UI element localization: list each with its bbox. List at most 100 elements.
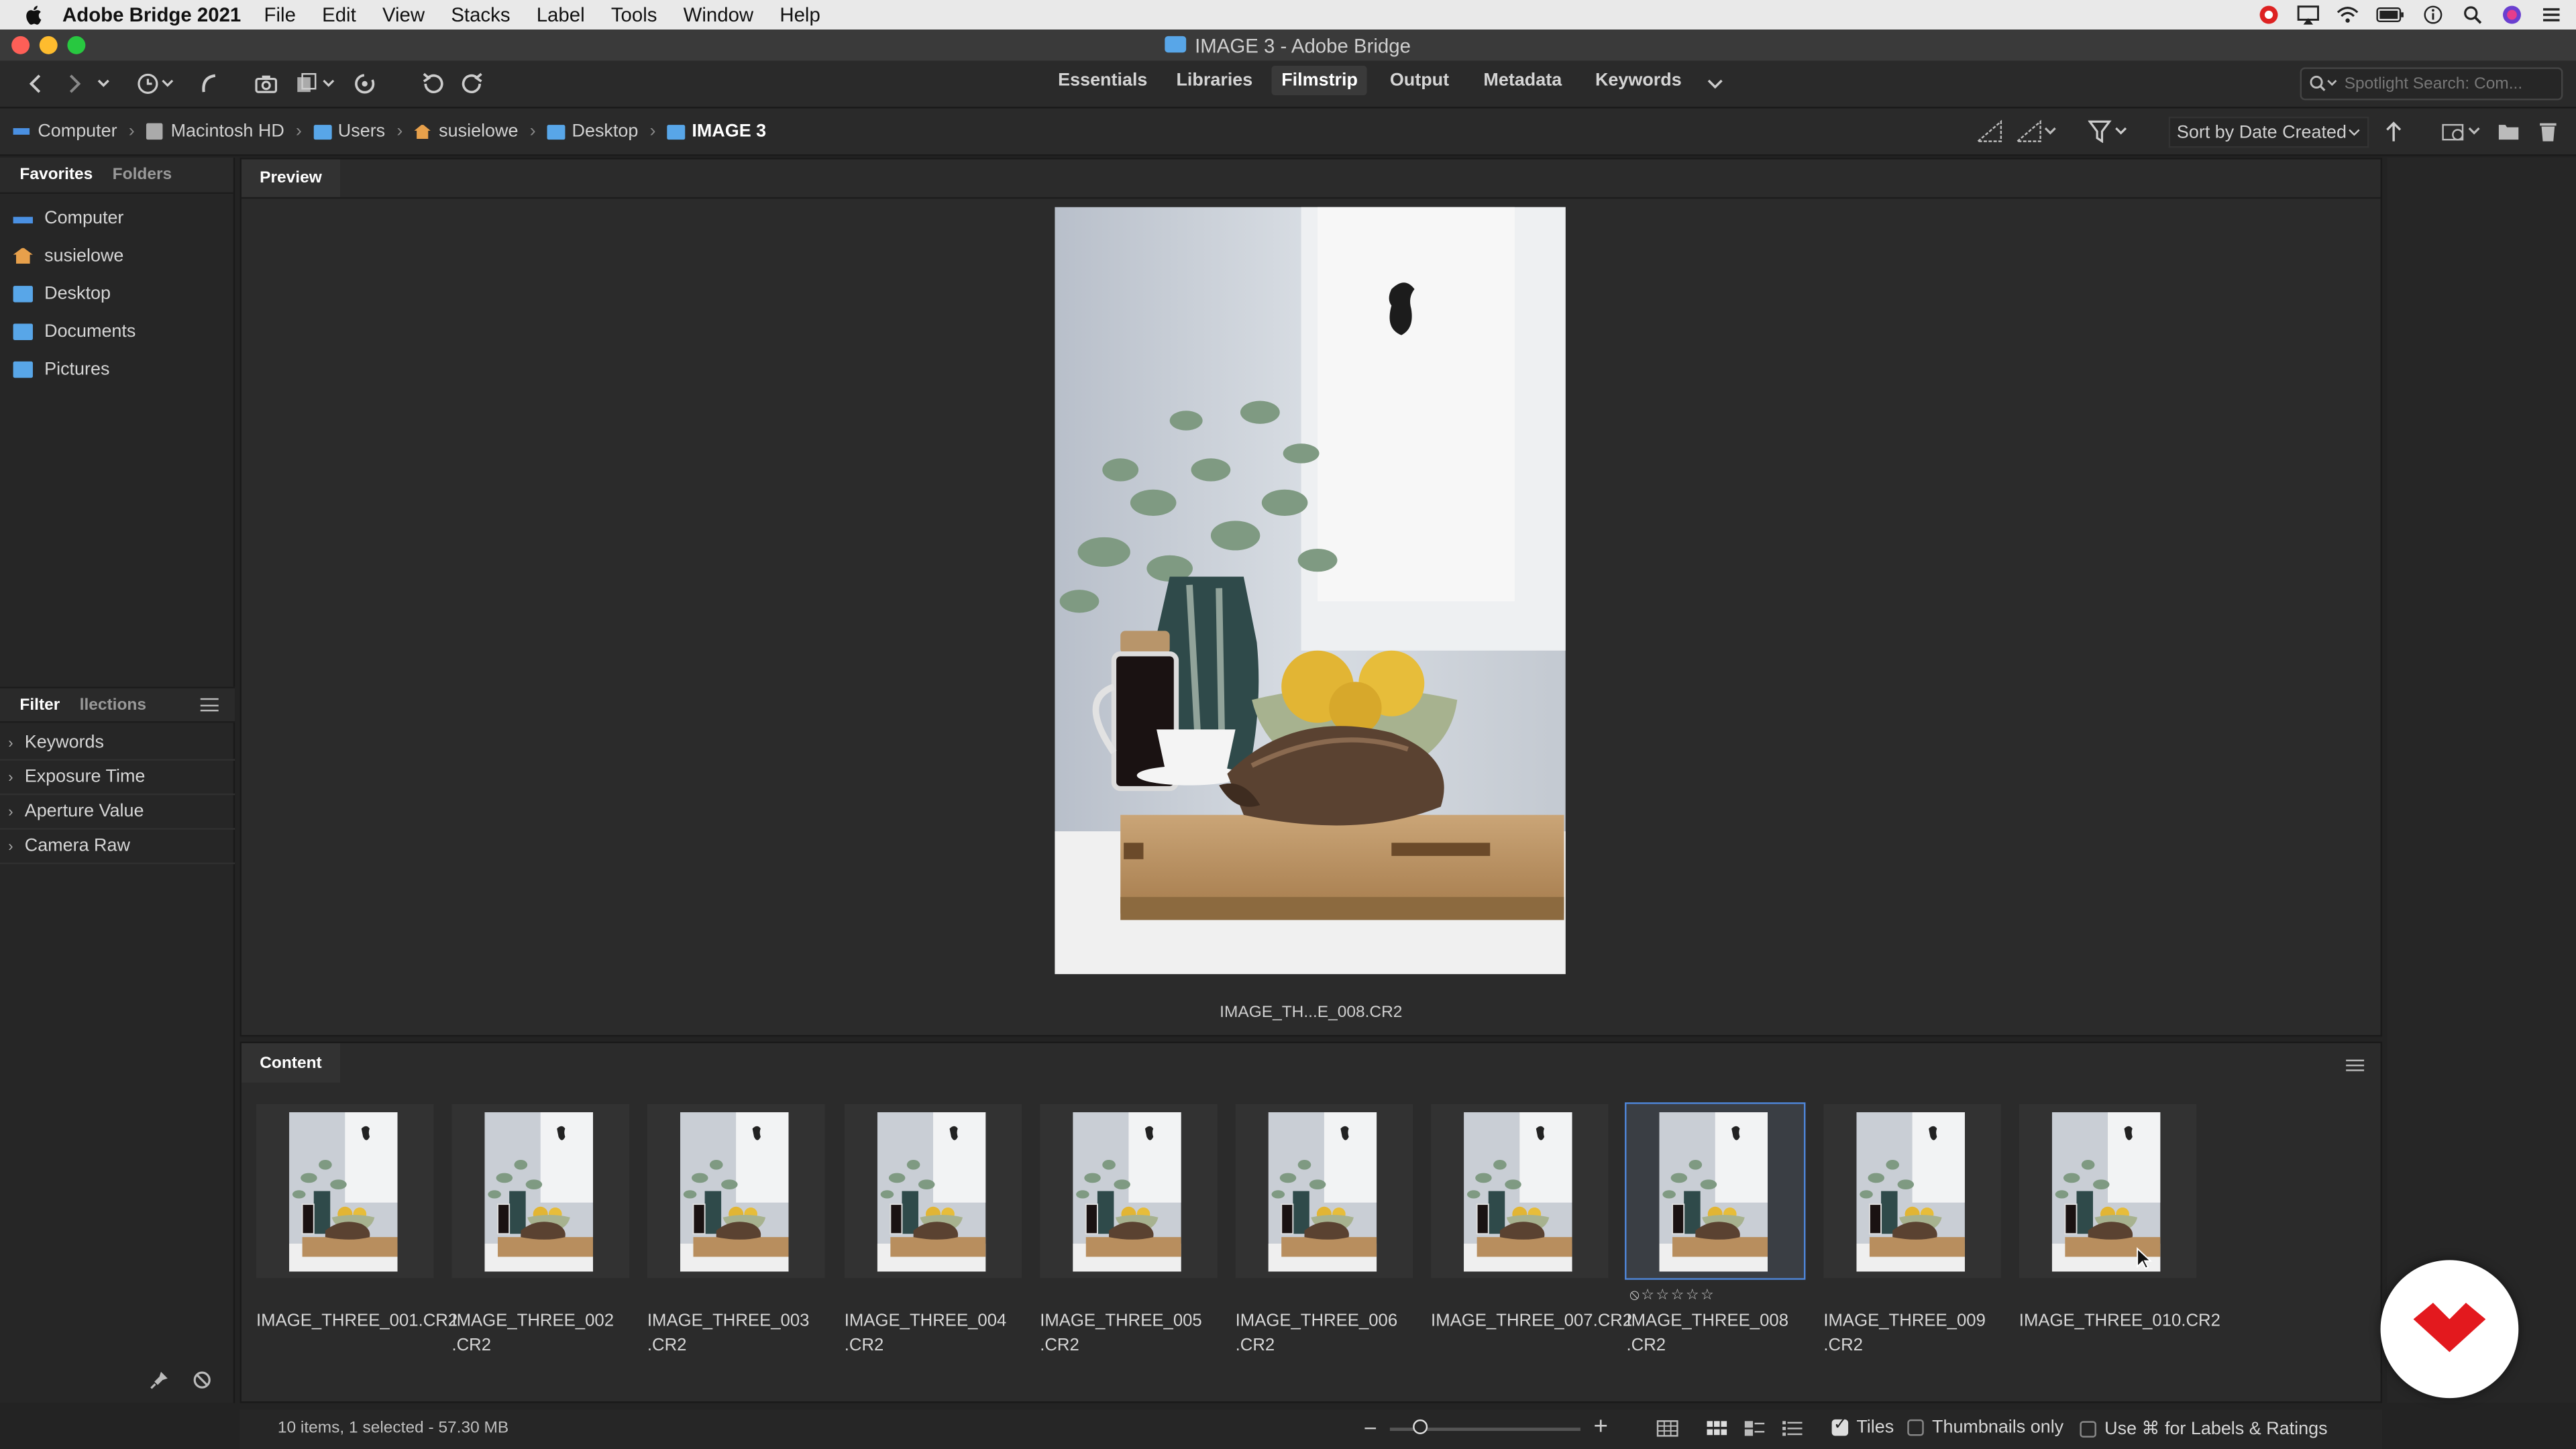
- filename-line-1: IMAGE_THREE_005: [1040, 1311, 1202, 1331]
- boomerang-icon[interactable]: [194, 70, 223, 97]
- thumbnail-tile[interactable]: [1625, 1102, 1806, 1280]
- workspace-keywords[interactable]: Keywords: [1595, 70, 1682, 90]
- recent-history-icon[interactable]: [135, 70, 178, 97]
- quality-menu-icon[interactable]: [2015, 119, 2059, 143]
- minimize-window-button[interactable]: [39, 36, 58, 54]
- refine-icon[interactable]: [294, 70, 340, 97]
- battery-icon[interactable]: [2375, 5, 2405, 24]
- menu-tools[interactable]: Tools: [611, 3, 657, 26]
- trash-icon[interactable]: [2536, 120, 2559, 143]
- wifi-icon[interactable]: [2336, 5, 2359, 24]
- star-rating[interactable]: ⦸☆☆☆☆☆: [1629, 1287, 1715, 1305]
- open-recent-icon[interactable]: [2441, 120, 2484, 143]
- breadcrumb-computer[interactable]: Computer ›: [13, 121, 146, 142]
- breadcrumb-image-3[interactable]: IMAGE 3: [667, 121, 766, 142]
- workspace-more-chevron-icon[interactable]: [1704, 70, 1727, 97]
- thumbnail-tile[interactable]: [647, 1104, 825, 1279]
- thumbnails-only-checkbox[interactable]: Thumbnails only: [1907, 1417, 2063, 1438]
- breadcrumb-desktop[interactable]: Desktop ›: [547, 121, 667, 142]
- favorite-desktop[interactable]: Desktop: [0, 274, 233, 312]
- thumbnail-image: [1659, 1112, 1768, 1272]
- filter-funnel-icon[interactable]: [2087, 120, 2135, 144]
- filter-camera-raw[interactable]: › Camera Raw: [0, 830, 235, 865]
- breadcrumb-users[interactable]: Users ›: [313, 121, 414, 142]
- workspace-essentials[interactable]: Essentials: [1058, 70, 1147, 90]
- tab-folders[interactable]: Folders: [113, 166, 172, 184]
- spotlight-icon[interactable]: [2461, 5, 2484, 24]
- thumbnail-tile[interactable]: [1431, 1104, 1609, 1279]
- chevron-down-icon[interactable]: [94, 70, 113, 97]
- rotate-left-icon[interactable]: [417, 70, 447, 97]
- sort-dropdown[interactable]: Sort by Date Created: [2168, 116, 2369, 148]
- favorite-computer[interactable]: Computer: [0, 199, 233, 236]
- workspace-libraries[interactable]: Libraries: [1176, 70, 1252, 90]
- airplay-icon[interactable]: [2297, 5, 2320, 25]
- clear-filter-icon[interactable]: [193, 1370, 212, 1389]
- tab-content[interactable]: Content: [241, 1043, 340, 1083]
- filter-aperture-value[interactable]: › Aperture Value: [0, 795, 235, 830]
- thumbnail-tile[interactable]: [1040, 1104, 1218, 1279]
- sort-ascending-arrow-icon[interactable]: [2383, 120, 2403, 143]
- grid-lock-icon[interactable]: [1656, 1419, 1679, 1438]
- preview-image[interactable]: [1055, 207, 1566, 975]
- info-icon[interactable]: [2422, 5, 2445, 24]
- spotlight-search-input[interactable]: Spotlight Search: Com...: [2300, 67, 2563, 101]
- tiles-checkbox[interactable]: Tiles: [1831, 1416, 1894, 1438]
- breadcrumb-susielowe[interactable]: susielowe ›: [414, 121, 547, 142]
- thumbnail-tile[interactable]: [2019, 1104, 2197, 1279]
- sync-icon[interactable]: [350, 70, 380, 97]
- tab-filter[interactable]: Filter: [19, 696, 60, 714]
- zoom-in-icon[interactable]: +: [1594, 1413, 1608, 1441]
- tab-favorites[interactable]: Favorites: [19, 166, 93, 184]
- workspace-metadata[interactable]: Metadata: [1483, 70, 1562, 90]
- menu-view[interactable]: View: [382, 3, 425, 26]
- zoom-window-button[interactable]: [67, 36, 86, 54]
- floating-brand-badge[interactable]: [2380, 1260, 2519, 1399]
- new-folder-icon[interactable]: [2497, 120, 2520, 143]
- panel-menu-icon[interactable]: [2346, 1059, 2365, 1071]
- slider-knob[interactable]: [1413, 1419, 1428, 1434]
- list-view-icon[interactable]: [1781, 1419, 1804, 1438]
- menu-label[interactable]: Label: [537, 3, 585, 26]
- menu-stacks[interactable]: Stacks: [451, 3, 510, 26]
- thumbnail-size-slider[interactable]: − +: [1364, 1413, 1610, 1441]
- details-view-icon[interactable]: [1743, 1419, 1766, 1438]
- menu-window[interactable]: Window: [684, 3, 754, 26]
- favorite-susielowe[interactable]: susielowe: [0, 237, 233, 274]
- back-arrow-icon[interactable]: [21, 70, 51, 97]
- panel-menu-icon[interactable]: [200, 698, 219, 712]
- siri-icon[interactable]: [2500, 5, 2523, 24]
- thumbnail-tile[interactable]: [1235, 1104, 1413, 1279]
- breadcrumb-macintosh-hd[interactable]: Macintosh HD ›: [146, 121, 313, 142]
- creative-cloud-icon[interactable]: [2257, 5, 2280, 24]
- labels-ratings-checkbox[interactable]: Use ⌘ for Labels & Ratings: [2080, 1417, 2328, 1440]
- favorite-pictures[interactable]: Pictures: [0, 350, 233, 388]
- rotate-right-icon[interactable]: [458, 70, 488, 97]
- quality-icon[interactable]: [1976, 119, 2002, 143]
- thumbnail-tile[interactable]: [1823, 1104, 2001, 1279]
- filter-keywords[interactable]: › Keywords: [0, 726, 235, 761]
- thumbnail-tile[interactable]: [451, 1104, 629, 1279]
- thumbnail-tile[interactable]: [256, 1104, 434, 1279]
- camera-import-icon[interactable]: [252, 70, 281, 97]
- app-menu[interactable]: Adobe Bridge 2021: [62, 3, 241, 26]
- pin-icon[interactable]: [150, 1370, 169, 1389]
- filter-exposure-time[interactable]: › Exposure Time: [0, 761, 235, 796]
- thumbnail-image: [1268, 1112, 1377, 1272]
- workspace-output[interactable]: Output: [1390, 70, 1449, 90]
- close-window-button[interactable]: [11, 36, 30, 54]
- workspace-filmstrip[interactable]: Filmstrip: [1271, 65, 1368, 96]
- favorite-documents[interactable]: Documents: [0, 312, 233, 350]
- apple-menu-icon[interactable]: [23, 3, 46, 26]
- zoom-out-icon[interactable]: −: [1364, 1415, 1377, 1441]
- checkbox-label: Use ⌘ for Labels & Ratings: [2104, 1419, 2328, 1440]
- tab-collections[interactable]: llections: [80, 696, 146, 714]
- forward-arrow-icon[interactable]: [59, 70, 89, 97]
- menu-edit[interactable]: Edit: [322, 3, 356, 26]
- menu-file[interactable]: File: [264, 3, 296, 26]
- menu-help[interactable]: Help: [780, 3, 820, 26]
- thumbnail-tile[interactable]: [844, 1104, 1022, 1279]
- thumbnail-view-icon[interactable]: [1705, 1419, 1728, 1438]
- tab-preview[interactable]: Preview: [241, 159, 340, 197]
- control-center-icon[interactable]: [2540, 5, 2563, 24]
